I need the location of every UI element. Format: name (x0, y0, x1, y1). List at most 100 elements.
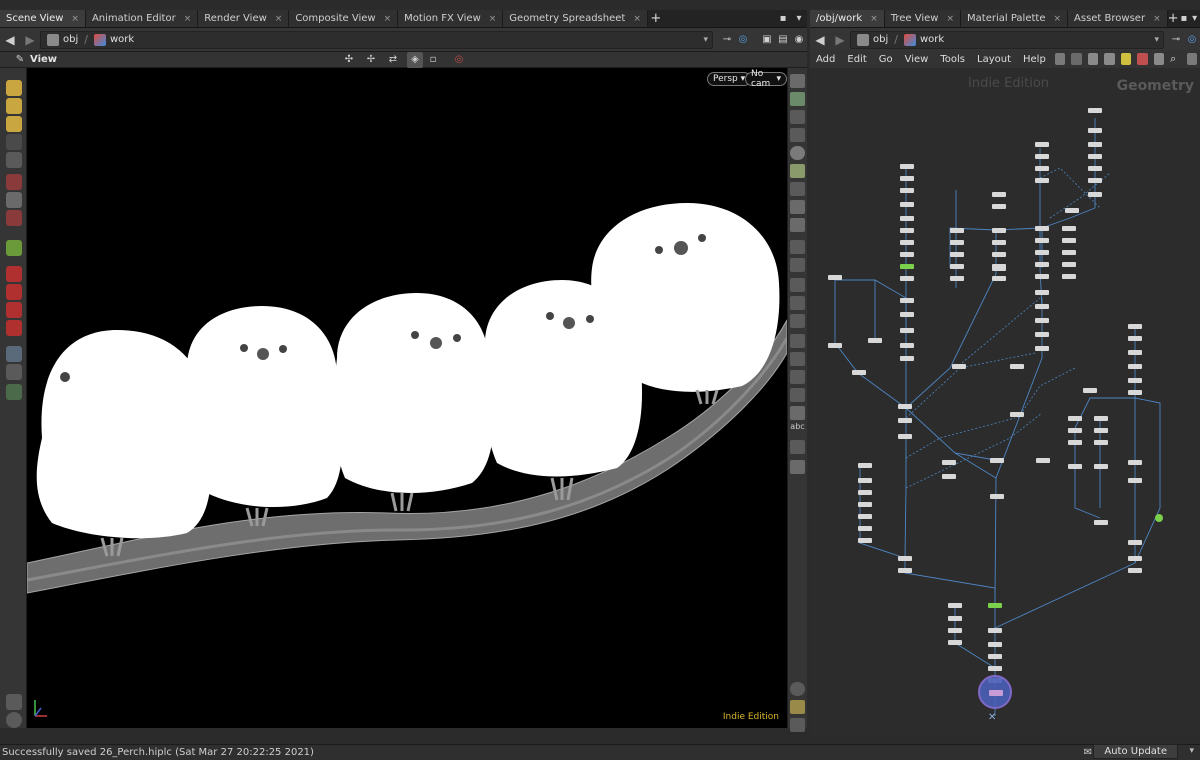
network-node[interactable] (942, 474, 956, 479)
network-node[interactable] (950, 252, 964, 257)
geometry-display-icon[interactable] (790, 200, 805, 214)
ghost-icon[interactable] (790, 128, 805, 142)
network-node[interactable] (1088, 154, 1102, 159)
network-node[interactable] (1128, 378, 1142, 383)
tab-animation-editor[interactable]: Animation Editor × (85, 10, 199, 27)
magnet-icon[interactable] (6, 174, 22, 190)
close-icon[interactable]: × (384, 14, 392, 24)
network-node[interactable] (1035, 304, 1049, 309)
close-icon[interactable]: × (1153, 14, 1161, 24)
network-node[interactable] (900, 343, 914, 348)
network-editor[interactable]: Indie Edition Geometry ✕ (810, 68, 1200, 736)
select-group-icon[interactable] (6, 98, 22, 114)
network-node[interactable] (900, 176, 914, 181)
network-node[interactable] (1010, 412, 1024, 417)
network-node[interactable] (948, 616, 962, 621)
close-icon[interactable]: × (71, 14, 79, 24)
network-node[interactable] (900, 252, 914, 257)
menu-go[interactable]: Go (873, 54, 899, 65)
view-tool-icon[interactable]: ✎ (12, 52, 28, 68)
pin-icon[interactable]: ⊸ (1168, 32, 1184, 48)
network-node[interactable] (1010, 364, 1024, 369)
tab-render-view[interactable]: Render View × (198, 10, 290, 27)
network-node[interactable] (950, 228, 964, 233)
network-node-active[interactable] (988, 603, 1002, 608)
paint-icon[interactable] (6, 192, 22, 208)
network-node[interactable] (988, 628, 1002, 633)
network-node[interactable] (1035, 226, 1049, 231)
vertex-icon[interactable] (790, 352, 805, 366)
text-label-icon[interactable]: abc (790, 422, 805, 436)
search-icon[interactable]: ⌕ (1170, 53, 1180, 65)
sphere-icon[interactable] (790, 146, 805, 160)
close-icon[interactable]: × (946, 14, 954, 24)
settings-icon[interactable]: ◉ (791, 32, 807, 48)
camera-view-icon[interactable] (790, 718, 805, 732)
network-node[interactable] (1062, 274, 1076, 279)
palette-icon[interactable] (1137, 53, 1148, 65)
display-mode-icon[interactable]: ◈ (407, 51, 423, 68)
network-node[interactable] (950, 264, 964, 269)
snap-grid-icon[interactable]: ✢ (363, 52, 379, 68)
network-node[interactable] (1035, 142, 1049, 147)
network-node[interactable] (858, 478, 872, 483)
network-node[interactable] (1065, 208, 1079, 213)
network-node[interactable] (1035, 346, 1049, 351)
menu-help[interactable]: Help (1017, 54, 1052, 65)
network-node[interactable] (1035, 262, 1049, 267)
network-node[interactable] (898, 556, 912, 561)
network-node[interactable] (900, 228, 914, 233)
handle-icon[interactable] (6, 240, 22, 256)
close-icon[interactable]: × (184, 14, 192, 24)
network-node[interactable] (898, 404, 912, 409)
network-node[interactable] (1068, 464, 1082, 469)
background-icon[interactable] (790, 460, 805, 474)
network-node[interactable] (1094, 416, 1108, 421)
network-node[interactable] (828, 343, 842, 348)
chat-icon[interactable]: ✉ (1084, 747, 1092, 758)
add-tab-button[interactable]: + (1168, 10, 1179, 27)
path-field[interactable]: obj / work ▾ (40, 30, 713, 49)
pointer-icon[interactable] (6, 134, 22, 150)
network-node[interactable] (1088, 166, 1102, 171)
network-node[interactable] (1035, 290, 1049, 295)
network-node[interactable] (948, 603, 962, 608)
camera-select-dropdown[interactable]: No cam ▾ (745, 69, 787, 89)
network-node[interactable] (1128, 478, 1142, 483)
menu-add[interactable]: Add (810, 54, 841, 65)
breadcrumb-obj[interactable]: obj (41, 31, 84, 49)
note-icon[interactable] (1120, 53, 1132, 65)
network-node[interactable] (1088, 108, 1102, 113)
point-icon[interactable] (790, 314, 805, 328)
display-options-icon[interactable] (790, 440, 805, 454)
network-node[interactable] (1068, 416, 1082, 421)
network-node[interactable] (858, 490, 872, 495)
scene-viewport[interactable]: Persp ▾ No cam ▾ Indie Edition (27, 68, 787, 728)
tab-scene-view[interactable]: Scene View × (0, 10, 86, 27)
breadcrumb-work[interactable]: work (898, 31, 950, 49)
network-node[interactable] (858, 514, 872, 519)
lock-icon[interactable] (6, 152, 22, 168)
network-path-field[interactable]: obj / work ▾ (850, 30, 1164, 49)
network-node[interactable] (1128, 460, 1142, 465)
network-node[interactable] (1088, 128, 1102, 133)
network-node[interactable] (990, 494, 1004, 499)
network-node[interactable] (1094, 440, 1108, 445)
network-node[interactable] (1062, 250, 1076, 255)
network-node[interactable] (950, 240, 964, 245)
light-link-icon[interactable] (6, 384, 22, 400)
network-node[interactable] (948, 628, 962, 633)
network-node[interactable] (900, 188, 914, 193)
info-icon[interactable] (790, 682, 805, 696)
pane-menu-icon[interactable]: ▪ (775, 10, 791, 26)
network-node[interactable] (992, 266, 1006, 271)
network-node[interactable] (1062, 262, 1076, 267)
network-node[interactable] (1128, 336, 1142, 341)
network-node[interactable] (900, 240, 914, 245)
network-node[interactable] (900, 298, 914, 303)
display-shaded-icon[interactable] (790, 92, 805, 106)
network-node[interactable] (1128, 390, 1142, 395)
select-tool-icon[interactable] (6, 80, 22, 96)
normals-icon[interactable] (790, 258, 805, 272)
network-node[interactable] (898, 418, 912, 423)
